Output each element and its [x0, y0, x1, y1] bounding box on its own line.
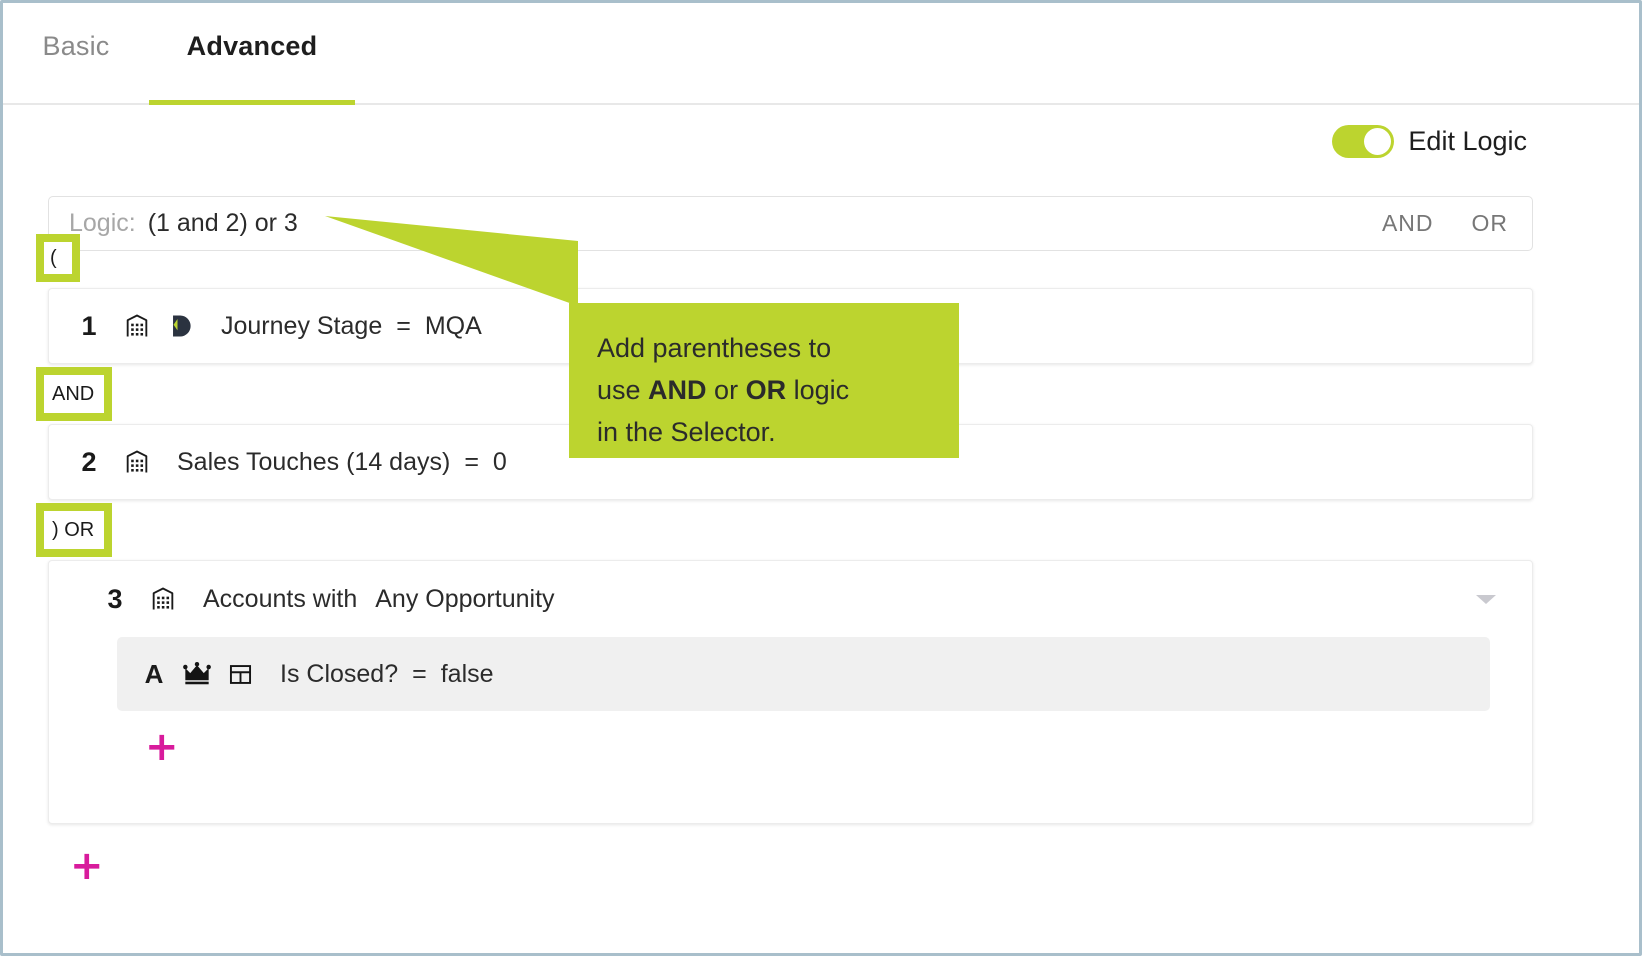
close-paren-or-chip[interactable]: ) OR: [36, 503, 113, 557]
callout-line-2-suffix: logic: [786, 375, 850, 405]
building-icon: [123, 312, 151, 340]
tab-advanced[interactable]: Advanced: [149, 3, 355, 105]
selector-panel: Basic Advanced Edit Logic Logic: (1 and …: [0, 0, 1642, 956]
callout-line-3: in the Selector.: [597, 417, 776, 447]
condition-2-value: 0: [492, 447, 507, 476]
callout-tooltip: Add parentheses to use AND or OR logic i…: [569, 303, 959, 458]
table-grid-icon: [227, 661, 254, 688]
building-icon: [123, 448, 151, 476]
tab-basic[interactable]: Basic: [3, 3, 149, 105]
condition-3-number: 3: [107, 583, 123, 614]
subcondition-a-value: false: [440, 659, 494, 688]
and-chip[interactable]: AND: [36, 367, 113, 421]
condition-3-value: Any Opportunity: [375, 584, 555, 613]
edit-logic-switch[interactable]: [1332, 125, 1395, 158]
logic-expression-value: (1 and 2) or 3: [147, 209, 298, 237]
close-paren-or-connector: ) OR: [36, 500, 1533, 560]
condition-2-field: Sales Touches (14 days): [177, 447, 451, 476]
subcondition-a-letter: A: [144, 658, 164, 689]
add-subcondition-button[interactable]: +: [145, 727, 1532, 767]
condition-1-number: 1: [81, 310, 97, 341]
switch-knob: [1364, 128, 1392, 155]
callout-line-2: use AND or OR logic: [597, 369, 939, 411]
logic-expression-bar[interactable]: Logic: (1 and 2) or 3 AND OR: [48, 196, 1533, 251]
subcondition-row-a[interactable]: A Is Closed? = false: [117, 637, 1490, 711]
callout-bold-or: OR: [745, 375, 787, 405]
subcondition-a-field: Is Closed?: [280, 659, 399, 688]
chevron-down-icon[interactable]: [1476, 595, 1496, 604]
callout-bold-and: AND: [648, 375, 707, 405]
tab-basic-label: Basic: [42, 30, 110, 61]
add-condition-button[interactable]: +: [70, 846, 104, 886]
subcondition-a-operator: =: [412, 659, 427, 688]
demandbase-d-icon: [167, 312, 195, 340]
callout-line-1: Add parentheses to: [597, 333, 832, 363]
logic-and-button[interactable]: AND: [1382, 210, 1434, 237]
crown-icon: [183, 661, 211, 687]
callout-tail: [325, 216, 578, 306]
callout-line-2-mid: or: [706, 375, 746, 405]
tab-advanced-label: Advanced: [186, 30, 318, 61]
building-icon: [149, 585, 177, 613]
condition-row-3[interactable]: 3 Accounts with Any Opportunity A Is Clo…: [48, 560, 1533, 824]
logic-operator-buttons: AND OR: [1382, 210, 1508, 237]
callout-line-2-prefix: use: [597, 375, 649, 405]
tab-bar: Basic Advanced: [3, 3, 1639, 105]
edit-logic-label: Edit Logic: [1408, 126, 1527, 156]
condition-2-number: 2: [81, 446, 97, 477]
condition-2-operator: =: [464, 447, 479, 476]
condition-3-field: Accounts with: [203, 584, 358, 613]
logic-or-button[interactable]: OR: [1472, 210, 1509, 237]
edit-logic-toggle-row: Edit Logic: [1332, 125, 1527, 158]
